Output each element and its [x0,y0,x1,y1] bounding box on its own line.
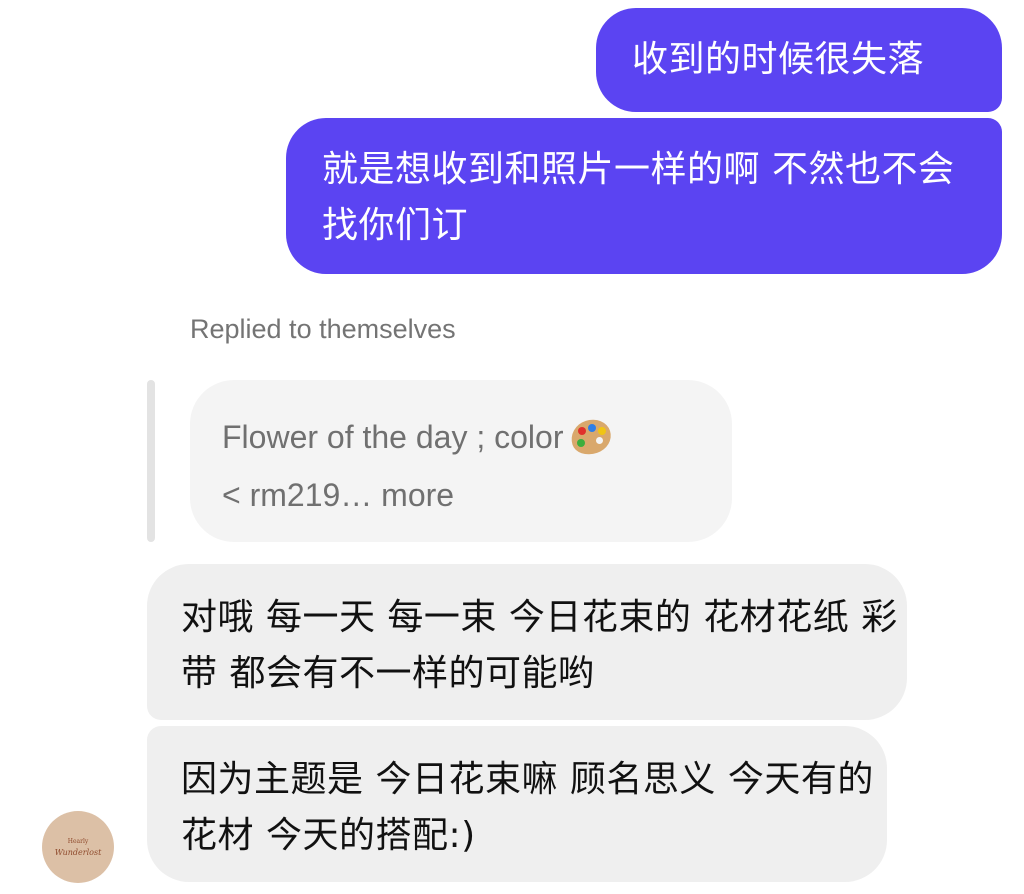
sent-message-bubble[interactable]: 就是想收到和照片一样的啊 不然也不会找你们订 [286,118,1002,274]
more-link[interactable]: < rm219… more [222,466,732,524]
message-text: 因为主题是 今日花束嘛 顾名思义 今天有的花材 今天的搭配:) [181,759,874,856]
received-message-bubble[interactable]: 对哦 每一天 每一束 今日花束的 花材花纸 彩带 都会有不一样的可能哟 [147,564,907,720]
avatar-logo-text: Wunderlost [54,848,102,857]
message-text: 对哦 每一天 每一束 今日花束的 花材花纸 彩带 都会有不一样的可能哟 [181,597,898,694]
reply-indicator-bar [147,380,155,542]
sent-message-bubble[interactable]: 收到的时候很失落 [596,8,1002,112]
quoted-message-line: Flower of the day ; color [222,408,732,466]
avatar[interactable]: Hearly Wunderlost [42,811,114,883]
received-message-bubble[interactable]: 因为主题是 今日花束嘛 顾名思义 今天有的花材 今天的搭配:) [147,726,887,882]
artist-palette-icon [567,414,616,460]
message-text: 就是想收到和照片一样的啊 不然也不会找你们订 [322,149,955,246]
avatar-logo-text: Hearly [67,838,89,845]
reply-context-label: Replied to themselves [190,314,456,344]
quoted-text: Flower of the day ; color [222,419,564,455]
quoted-message[interactable]: Flower of the day ; color < rm219… more [190,380,732,542]
message-text: 收到的时候很失落 [632,39,925,80]
